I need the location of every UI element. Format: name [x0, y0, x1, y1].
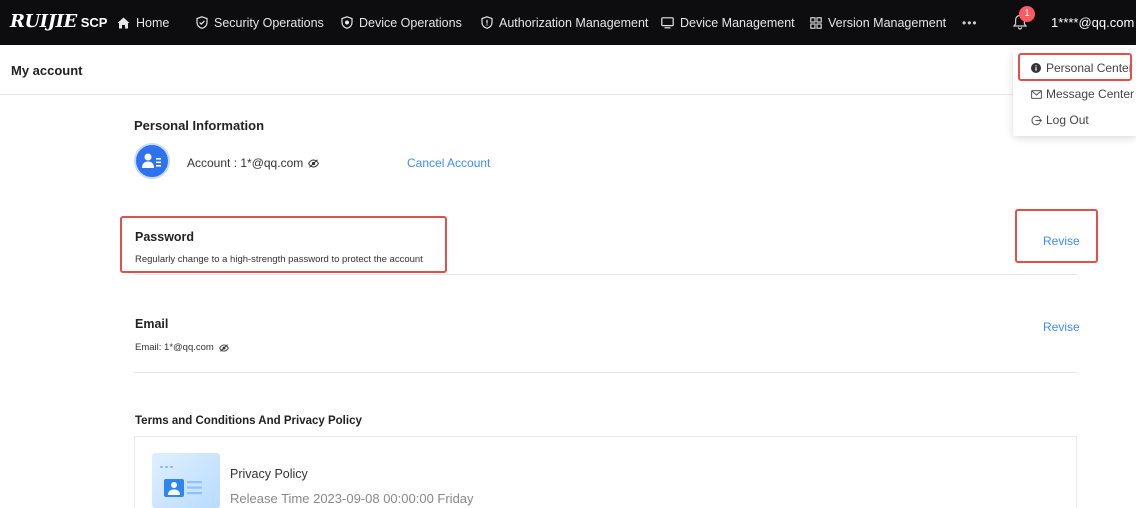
shield-star-icon: [341, 16, 353, 29]
eye-off-icon[interactable]: [308, 158, 320, 168]
notification-badge: 1: [1019, 6, 1035, 22]
terms-title: Terms and Conditions And Privacy Policy: [135, 415, 362, 427]
nav-label: Version Management: [828, 15, 947, 30]
account-value: Account : 1*@qq.com: [187, 156, 304, 170]
logo-text: RUIJIE: [10, 11, 77, 32]
user-card-icon: [142, 153, 161, 168]
personal-info-title: Personal Information: [134, 118, 265, 133]
nav-label: Device Management: [680, 15, 795, 30]
nav-device-management[interactable]: Device Management: [661, 0, 795, 45]
policy-thumbnail: [152, 453, 220, 508]
menu-item-label: Message Center: [1046, 87, 1135, 101]
nav-home[interactable]: Home: [117, 0, 169, 45]
top-nav-bar: RUIJIE SCP Home Security Operations Devic…: [0, 0, 1136, 45]
page-header: My account: [0, 45, 1136, 95]
password-highlight: [120, 216, 447, 273]
nav-security-operations[interactable]: Security Operations: [196, 0, 324, 45]
page-title: My account: [11, 63, 83, 78]
mail-icon: [1030, 89, 1042, 99]
email-value: Email: 1*@qq.com: [135, 342, 214, 353]
email-title: Email: [135, 317, 169, 331]
nav-label: Authorization Management: [499, 15, 649, 30]
document-icon: [160, 466, 202, 497]
revise-email-link[interactable]: Revise: [1043, 320, 1080, 334]
divider: [134, 372, 1077, 373]
logout-icon: [1030, 115, 1042, 126]
menu-item-message-center[interactable]: Message Center: [1013, 81, 1136, 107]
more-menu-button[interactable]: •••: [962, 16, 978, 30]
nav-label: Security Operations: [214, 15, 324, 30]
account-field: Account : 1*@qq.com: [187, 156, 320, 170]
nav-device-operations[interactable]: Device Operations: [341, 0, 462, 45]
nav-version-management[interactable]: Version Management: [810, 0, 946, 45]
shield-info-icon: [481, 16, 493, 29]
personal-center-highlight: [1018, 53, 1132, 81]
nav-authorization-management[interactable]: Authorization Management: [481, 0, 648, 45]
menu-item-label: Log Out: [1046, 113, 1089, 127]
cancel-account-link[interactable]: Cancel Account: [407, 156, 490, 170]
shield-check-icon: [196, 16, 208, 29]
nav-label: Home: [136, 15, 170, 30]
logo[interactable]: RUIJIE SCP: [10, 11, 107, 32]
divider: [134, 274, 1077, 275]
menu-item-log-out[interactable]: Log Out: [1013, 107, 1136, 133]
eye-off-icon[interactable]: [218, 343, 229, 352]
avatar: [134, 143, 170, 179]
revise-highlight: [1015, 209, 1098, 263]
policy-release-time: Release Time 2023-09-08 00:00:00 Friday: [230, 491, 474, 506]
logo-suffix: SCP: [80, 15, 108, 30]
home-icon: [117, 17, 130, 29]
email-field: Email: 1*@qq.com: [135, 342, 229, 353]
nav-label: Device Operations: [359, 15, 462, 30]
monitor-icon: [661, 16, 674, 29]
user-menu[interactable]: 1****@qq.com: [1051, 15, 1134, 30]
grid-icon: [810, 16, 822, 29]
policy-name[interactable]: Privacy Policy: [230, 467, 308, 481]
